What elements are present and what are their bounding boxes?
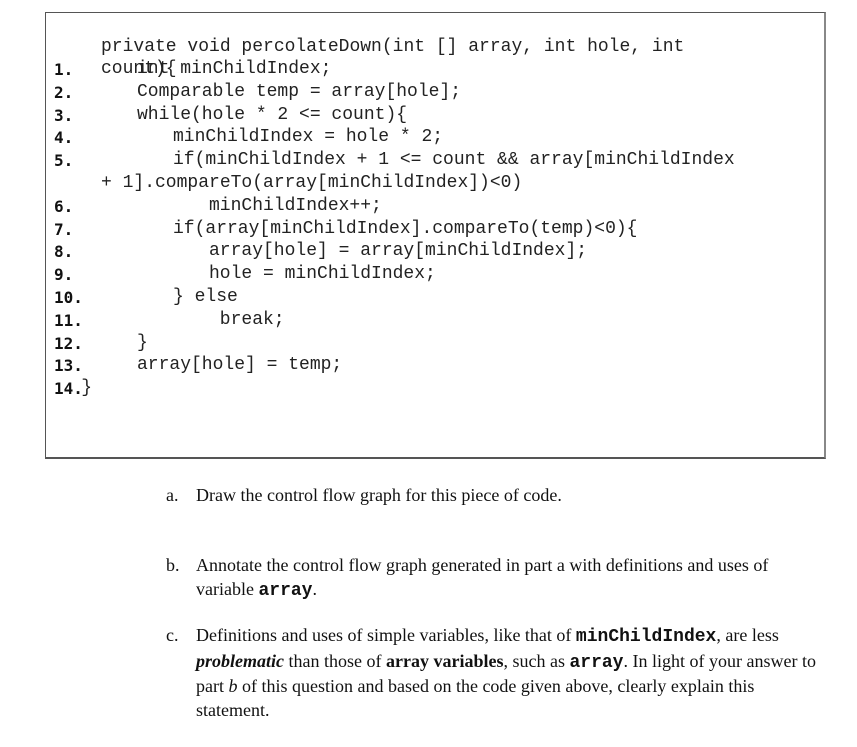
- line-number: 11.: [54, 310, 83, 330]
- line-number: 5.: [54, 151, 74, 171]
- code-text: Comparable temp = array[hole];: [137, 81, 462, 102]
- code-text: if(array[minChildIndex].compareTo(temp)<…: [173, 218, 638, 239]
- line-number: 13.: [54, 356, 83, 376]
- line-number: 10.: [54, 288, 83, 307]
- line-number: 3.: [54, 105, 74, 125]
- code-text: break;: [219, 309, 285, 330]
- question-text: Draw the control flow graph for this pie…: [196, 485, 562, 505]
- code-text: array[hole] = temp;: [137, 355, 343, 376]
- emphasis: problematic: [196, 650, 284, 671]
- line-number: 6.: [54, 196, 74, 216]
- code-text: int minChildIndex;: [137, 59, 332, 79]
- text: , such as: [503, 650, 570, 671]
- question-b: b. Annotate the control flow graph gener…: [166, 554, 816, 603]
- question-c: c. Definitions and uses of simple variab…: [166, 624, 816, 722]
- text: , are less: [716, 625, 779, 645]
- text: of this question and based on the code g…: [196, 676, 755, 720]
- text: Definitions and uses of simple variables…: [196, 625, 576, 645]
- question-a: a. Draw the control flow graph for this …: [166, 484, 816, 508]
- code-text: }: [81, 378, 92, 399]
- code-term: array: [569, 652, 624, 673]
- text: than those of: [284, 650, 386, 671]
- code-header-line-2: count){: [46, 35, 177, 79]
- text: .: [312, 578, 317, 599]
- code-text: array[hole] = array[minChildIndex];: [209, 241, 588, 262]
- code-header-line-1: private void percolateDown(int [] array,…: [46, 13, 684, 57]
- code-text: while(hole * 2 <= count){: [137, 104, 408, 125]
- line-number: 7.: [54, 219, 74, 239]
- code-text: + 1].compareTo(array[minChildIndex])<0): [101, 173, 523, 193]
- question-text: Annotate the control flow graph generate…: [196, 554, 816, 603]
- bold-term: array variables: [385, 650, 504, 671]
- question-label: c.: [166, 625, 179, 645]
- code-text: minChildIndex++;: [209, 195, 382, 216]
- question-label: a.: [166, 485, 179, 505]
- line-number: 4.: [54, 128, 74, 148]
- code-listing: private void percolateDown(int [] array,…: [45, 12, 826, 459]
- code-text: hole = minChildIndex;: [209, 264, 436, 285]
- code-text: } else: [173, 287, 238, 307]
- question-label: b.: [166, 555, 180, 575]
- question-text: Definitions and uses of simple variables…: [196, 624, 816, 722]
- code-term: array: [258, 580, 313, 601]
- code-text: minChildIndex = hole * 2;: [173, 127, 444, 148]
- code-text: if(minChildIndex + 1 <= count && array[m…: [173, 150, 735, 171]
- line-number: 12.: [54, 333, 83, 353]
- code-text: private void percolateDown(int [] array,…: [101, 37, 685, 57]
- code-term: minChildIndex: [575, 627, 717, 647]
- line-number: 2.: [54, 82, 74, 102]
- code-text: }: [137, 332, 148, 353]
- line-number: 8.: [54, 242, 74, 262]
- line-number: 14.: [54, 379, 83, 399]
- line-number: 9.: [54, 265, 74, 285]
- line-number: 1.: [54, 60, 74, 79]
